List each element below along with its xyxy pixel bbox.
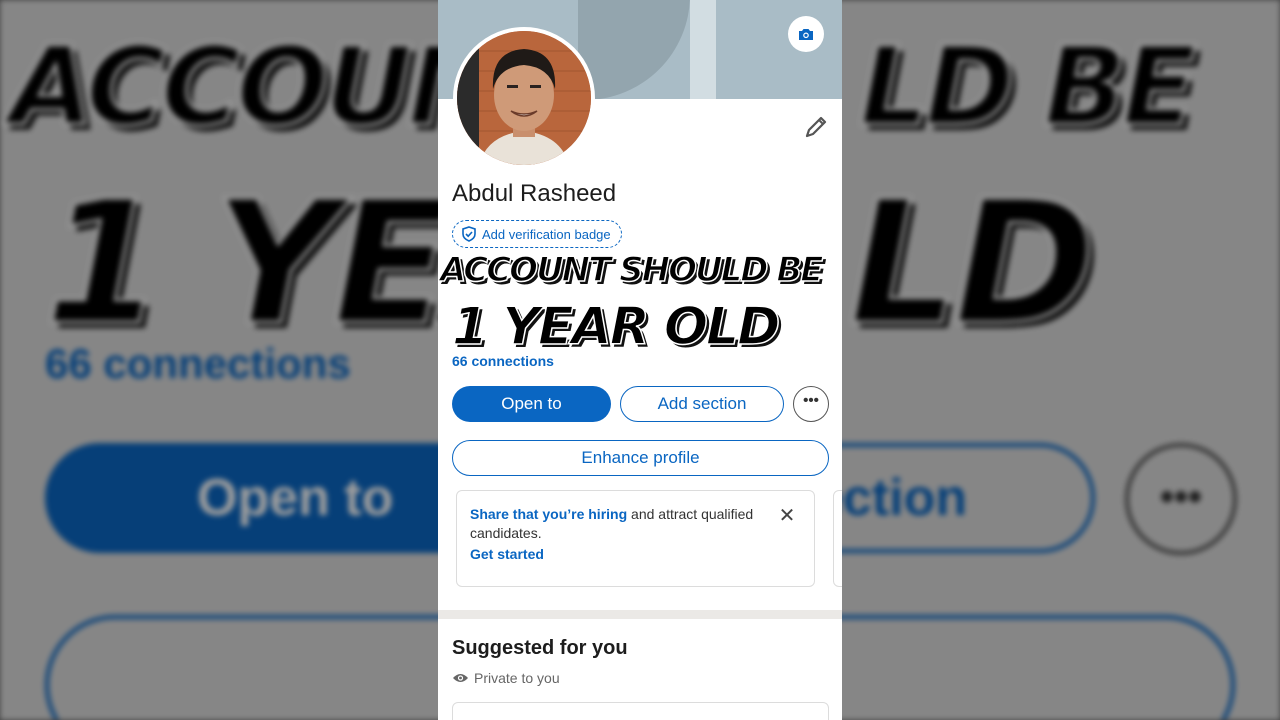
- profile-name: Abdul Rasheed: [452, 180, 617, 207]
- section-divider: [438, 610, 842, 619]
- privacy-label: Private to you: [474, 670, 560, 686]
- profile-screen: Abdul Rasheed Add verification badge ACC…: [438, 0, 842, 720]
- avatar[interactable]: [453, 27, 595, 169]
- get-started-link[interactable]: Get started: [470, 545, 768, 564]
- shield-check-icon: [462, 226, 476, 242]
- suggestion-card[interactable]: [452, 702, 829, 720]
- eye-icon: [453, 674, 468, 682]
- connections-link[interactable]: 66 connections: [452, 353, 554, 369]
- edit-pencil-icon[interactable]: [802, 113, 830, 141]
- next-card-peek[interactable]: [833, 490, 842, 587]
- profile-photo: [457, 31, 591, 165]
- suggested-title: Suggested for you: [452, 637, 628, 659]
- cover-shape: [578, 0, 690, 99]
- overlay-caption-line2: 1 YEAR OLD: [451, 296, 781, 358]
- add-section-button[interactable]: Add section: [620, 386, 784, 422]
- share-hiring-link[interactable]: Share that you’re hiring: [470, 506, 627, 522]
- video-frame: ACCOUN LD BE 1 YEA LD 66 connections Ope…: [0, 0, 1280, 720]
- close-icon[interactable]: ✕: [776, 505, 798, 527]
- more-options-button[interactable]: •••: [793, 386, 829, 422]
- verification-badge-label: Add verification badge: [482, 226, 611, 242]
- camera-icon: [799, 29, 813, 40]
- privacy-note: Private to you: [452, 670, 560, 686]
- add-verification-badge-button[interactable]: Add verification badge: [452, 220, 622, 248]
- edit-cover-button[interactable]: [788, 16, 824, 52]
- cover-stripe: [690, 0, 716, 99]
- overlay-caption-line1: ACCOUNT SHOULD BE: [439, 249, 824, 291]
- enhance-profile-button[interactable]: Enhance profile: [452, 440, 829, 476]
- open-to-button[interactable]: Open to: [452, 386, 611, 422]
- hiring-card: Share that you’re hiring and attract qua…: [456, 490, 815, 587]
